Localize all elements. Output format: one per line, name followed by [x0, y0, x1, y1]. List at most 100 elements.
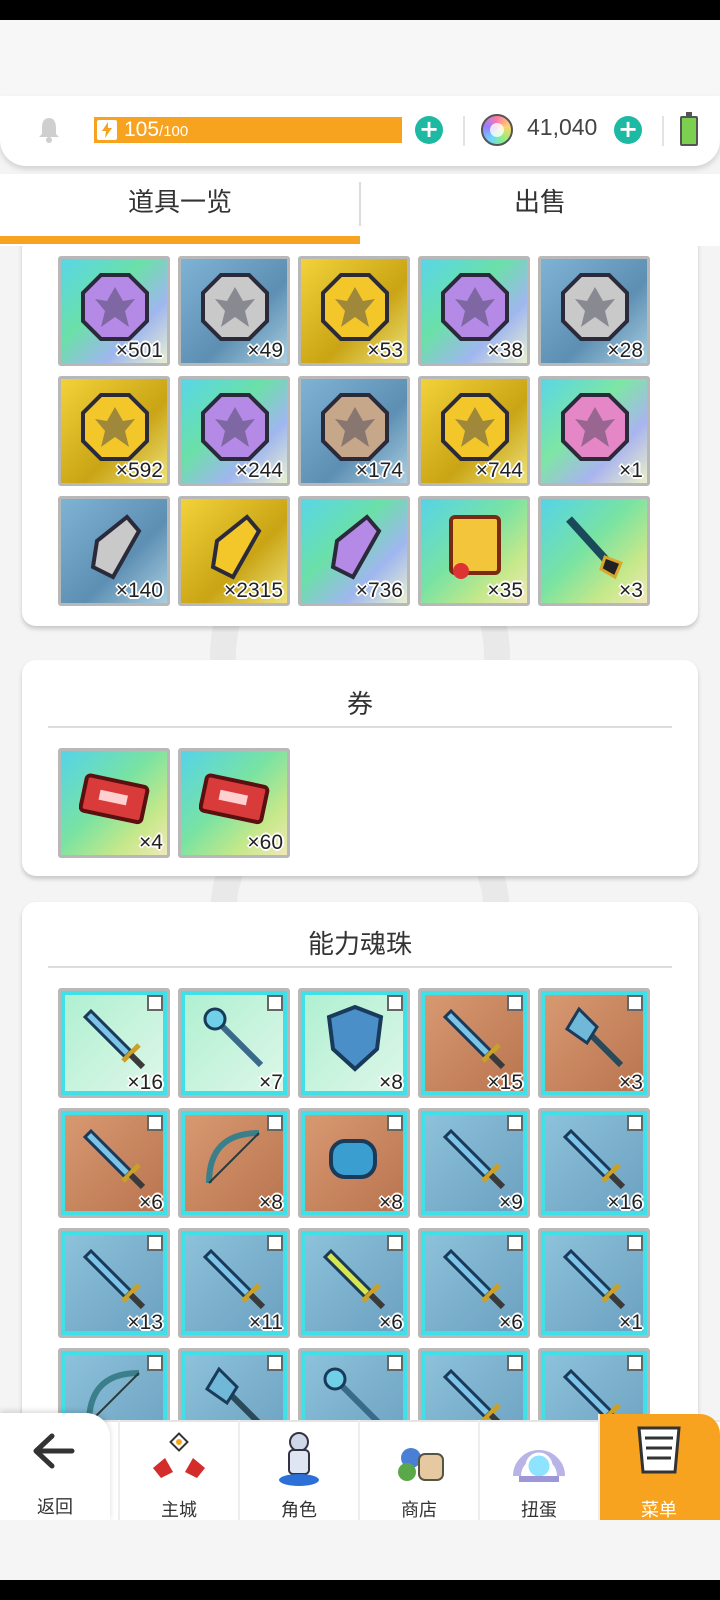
item-count: ×244: [235, 459, 283, 482]
top-area: [0, 20, 720, 100]
character-icon: [279, 1432, 319, 1486]
section-title: 能力魂珠: [307, 930, 412, 960]
inventory-item[interactable]: ×2315: [178, 496, 290, 606]
inventory-item[interactable]: ×501: [58, 256, 170, 366]
inventory-item[interactable]: [178, 1348, 290, 1420]
inventory-item[interactable]: ×38: [418, 256, 530, 366]
rarity-badge-icon: [147, 995, 163, 1011]
inventory-item[interactable]: ×53: [298, 256, 410, 366]
item-count: ×2315: [224, 579, 283, 602]
item-count: ×28: [607, 339, 643, 362]
item-count: ×8: [379, 1071, 403, 1094]
nav-castle[interactable]: 主城: [118, 1420, 236, 1521]
footer-strip: [0, 1520, 720, 1580]
tickets-panel: 券 ×4 ×60: [22, 660, 698, 876]
inventory-item[interactable]: ×15: [418, 988, 530, 1098]
nav-gacha[interactable]: 扭蛋: [478, 1420, 596, 1521]
item-count: ×35: [487, 579, 523, 602]
inventory-item[interactable]: ×3: [538, 988, 650, 1098]
inventory-item[interactable]: ×744: [418, 376, 530, 486]
tab-sell[interactable]: 出售: [360, 174, 720, 240]
system-bar: [0, 1580, 720, 1600]
section-divider: [48, 726, 672, 728]
item-count: ×49: [247, 339, 283, 362]
item-count: ×3: [619, 1071, 643, 1094]
inventory-item[interactable]: ×7: [178, 988, 290, 1098]
item-count: ×1: [619, 1311, 643, 1334]
rarity-badge-icon: [147, 1115, 163, 1131]
add-gems-button[interactable]: +: [614, 116, 642, 144]
back-arrow-icon: [33, 1433, 75, 1469]
inventory-item[interactable]: ×11: [178, 1228, 290, 1338]
item-count: ×16: [127, 1071, 163, 1094]
inventory-item[interactable]: ×1: [538, 1228, 650, 1338]
resource-bar: 105/100 + 41,040 +: [0, 96, 720, 166]
nav-label: 菜单: [641, 1500, 677, 1521]
inventory-item[interactable]: ×8: [178, 1108, 290, 1218]
rarity-badge-icon: [147, 1235, 163, 1251]
inventory-item[interactable]: ×35: [418, 496, 530, 606]
inventory-item[interactable]: ×244: [178, 376, 290, 486]
inventory-item[interactable]: ×3: [538, 496, 650, 606]
rarity-badge-icon: [627, 995, 643, 1011]
tab-bar: 道具一览 出售: [0, 174, 720, 246]
rarity-badge-icon: [147, 1355, 163, 1371]
rarity-badge-icon: [387, 1235, 403, 1251]
inventory-item[interactable]: ×6: [58, 1108, 170, 1218]
inventory-item[interactable]: ×592: [58, 376, 170, 486]
inventory-item[interactable]: ×6: [298, 1228, 410, 1338]
inventory-item[interactable]: ×8: [298, 1108, 410, 1218]
rarity-badge-icon: [507, 1115, 523, 1131]
item-count: ×53: [367, 339, 403, 362]
rarity-badge-icon: [507, 1355, 523, 1371]
divider: [463, 116, 465, 146]
back-label: 返回: [37, 1497, 73, 1518]
inventory-item[interactable]: [418, 1348, 530, 1420]
bell-icon[interactable]: [34, 114, 64, 144]
gem-icon: [481, 114, 513, 146]
nav-character[interactable]: 角色: [238, 1420, 356, 1521]
inventory-item[interactable]: ×8: [298, 988, 410, 1098]
rarity-badge-icon: [627, 1355, 643, 1371]
inventory-item[interactable]: [58, 1348, 170, 1420]
back-button[interactable]: 返回: [0, 1413, 110, 1521]
inventory-item[interactable]: ×174: [298, 376, 410, 486]
inventory-item[interactable]: ×49: [178, 256, 290, 366]
nav-menu[interactable]: 菜单: [598, 1414, 720, 1521]
inventory-item[interactable]: ×736: [298, 496, 410, 606]
inventory-item[interactable]: ×4: [58, 748, 170, 858]
inventory-item[interactable]: ×28: [538, 256, 650, 366]
materials-panel: ×501 ×49 ×53 ×38 ×28 ×592 ×244 ×174 ×744 ×1 ×140 ×2…: [22, 246, 698, 626]
item-count: ×9: [499, 1191, 523, 1214]
section-divider: [48, 966, 672, 968]
battery-icon: [680, 112, 698, 146]
item-count: ×736: [355, 579, 403, 602]
rarity-badge-icon: [507, 1235, 523, 1251]
shop-icon: [398, 1448, 444, 1481]
gem-count: 41,040: [527, 114, 598, 140]
tab-item-list[interactable]: 道具一览: [0, 174, 360, 240]
inventory-item[interactable]: ×13: [58, 1228, 170, 1338]
inventory-item[interactable]: ×9: [418, 1108, 530, 1218]
item-count: ×6: [499, 1311, 523, 1334]
inventory-item[interactable]: ×60: [178, 748, 290, 858]
inventory-item[interactable]: ×140: [58, 496, 170, 606]
section-title: 券: [346, 690, 373, 720]
inventory-item[interactable]: ×16: [538, 1108, 650, 1218]
item-count: ×38: [487, 339, 523, 362]
nav-label: 主城: [161, 1500, 197, 1521]
inventory-item[interactable]: ×16: [58, 988, 170, 1098]
nav-shop[interactable]: 商店: [358, 1420, 476, 1521]
item-count: ×11: [248, 1311, 283, 1334]
inventory-item[interactable]: [298, 1348, 410, 1420]
add-stamina-button[interactable]: +: [415, 116, 443, 144]
rarity-badge-icon: [267, 995, 283, 1011]
inventory-item[interactable]: ×1: [538, 376, 650, 486]
item-count: ×60: [247, 831, 283, 854]
inventory-item[interactable]: [538, 1348, 650, 1420]
status-bar: [0, 0, 720, 20]
inventory-item[interactable]: ×6: [418, 1228, 530, 1338]
nav-label: 商店: [401, 1500, 437, 1521]
item-count: ×7: [259, 1071, 283, 1094]
inventory-scroll-area[interactable]: ×501 ×49 ×53 ×38 ×28 ×592 ×244 ×174 ×744 ×1 ×140 ×2…: [0, 246, 720, 1420]
